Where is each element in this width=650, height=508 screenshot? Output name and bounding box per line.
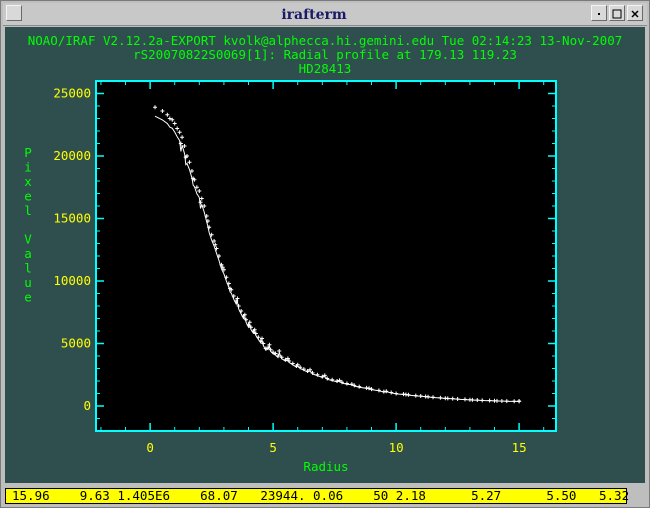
y-axis-label-char: i: [24, 160, 32, 175]
y-tick-label: 5000: [61, 336, 91, 351]
y-axis-label-char: x: [24, 174, 32, 189]
y-axis-label-char: l: [24, 261, 32, 276]
y-tick-label: 15000: [53, 211, 91, 226]
maximize-icon: [612, 9, 622, 19]
title-bar[interactable]: irafterm: [3, 3, 647, 26]
y-tick-label: 20000: [53, 148, 91, 163]
x-axis-label: Radius: [303, 459, 348, 474]
y-tick-label: 25000: [53, 86, 91, 101]
x-tick-label: 5: [269, 440, 277, 455]
y-axis-label-char: V: [24, 232, 32, 247]
minimize-icon: [598, 13, 600, 15]
window-menu-button[interactable]: [6, 5, 22, 21]
y-axis-label: PixelValue: [24, 145, 32, 305]
y-axis-label-char: a: [24, 246, 32, 261]
y-axis-label-char: e: [24, 290, 32, 305]
y-axis-label-char: l: [24, 203, 32, 218]
x-tick-label: 0: [146, 440, 154, 455]
window-title: irafterm: [281, 7, 347, 23]
y-axis-label-char: e: [24, 189, 32, 204]
x-tick-label: 15: [512, 440, 527, 455]
close-button[interactable]: [627, 5, 643, 21]
y-tick-label: 10000: [53, 273, 91, 288]
y-tick-label: 0: [83, 398, 91, 413]
maximize-button[interactable]: [609, 5, 625, 21]
x-tick-label: 10: [389, 440, 404, 455]
minimize-button[interactable]: [591, 5, 607, 21]
title-bar-fill: irafterm: [27, 6, 601, 23]
status-line: 15.96 9.63 1.405E6 68.07 23944. 0.06 50 …: [5, 488, 629, 504]
radial-profile-chart: 0 5 10 15 0 5000 10000 15000 20000 25000 Radius P…: [24, 80, 557, 474]
y-axis-label-char: P: [24, 145, 32, 160]
graphics-screen[interactable]: NOAO/IRAF V2.12.2a-EXPORT kvolk@alphecca…: [5, 27, 645, 483]
close-icon: [631, 10, 639, 18]
plot-area: [95, 80, 557, 432]
y-axis-label-char: u: [24, 275, 32, 290]
iraf-terminal-window: irafterm NOAO/IRAF V2.12.2a-EXPORT kvolk…: [0, 0, 650, 508]
